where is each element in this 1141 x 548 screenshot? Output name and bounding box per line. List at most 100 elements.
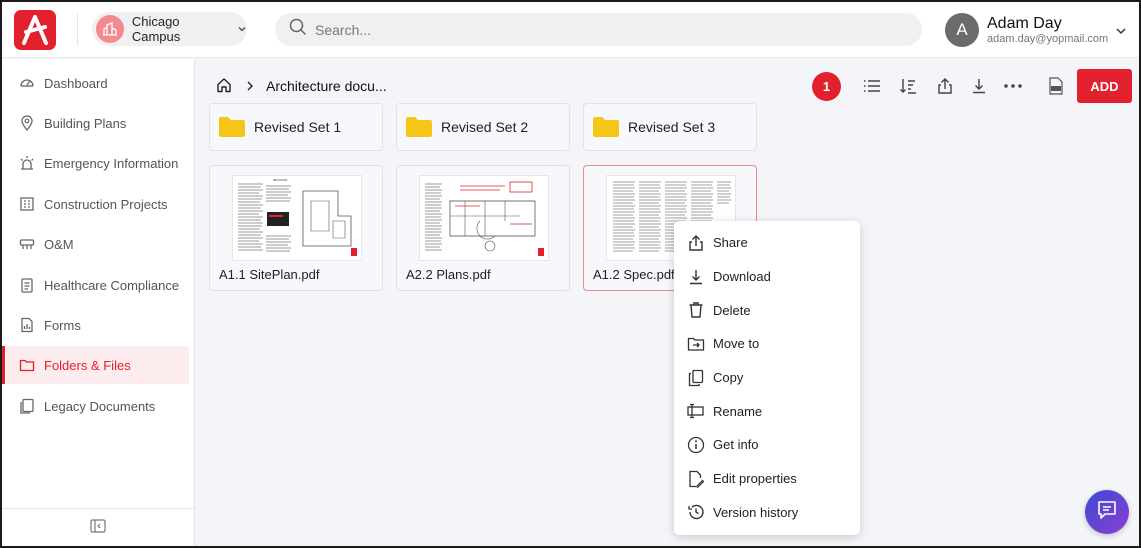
folder-card[interactable]: Revised Set 1 <box>209 103 383 151</box>
copy-icon <box>687 369 705 387</box>
menu-item-copy[interactable]: Copy <box>674 361 860 395</box>
tools-icon <box>18 235 36 253</box>
form-icon <box>18 316 36 334</box>
user-name: Adam Day <box>987 15 1062 32</box>
search-input[interactable] <box>315 21 895 38</box>
sidebar-item-om[interactable]: O&M <box>6 225 189 263</box>
folder-name: Revised Set 2 <box>441 119 529 135</box>
add-button[interactable]: ADD <box>1077 69 1132 103</box>
sidebar-item-label: Construction Projects <box>44 196 168 212</box>
collapse-sidebar-icon[interactable] <box>90 519 106 538</box>
chevron-down-icon <box>1115 24 1127 42</box>
sidebar-item-label: Emergency Information <box>44 155 179 171</box>
menu-item-label: Get info <box>713 437 759 453</box>
search-bar[interactable] <box>275 13 922 46</box>
folder-name: Revised Set 3 <box>628 119 716 135</box>
map-pin-icon <box>18 114 36 132</box>
list-view-icon[interactable] <box>862 76 882 96</box>
menu-item-label: Version history <box>713 504 799 520</box>
breadcrumb-current[interactable]: Architecture docu... <box>266 78 387 94</box>
building-icon <box>18 195 36 213</box>
menu-item-move-to[interactable]: Move to <box>674 327 860 361</box>
sidebar: Dashboard Building Plans Emergency Infor… <box>2 59 195 546</box>
move-to-folder-icon <box>687 335 705 353</box>
sidebar-item-legacy-documents[interactable]: Legacy Documents <box>6 387 189 425</box>
sidebar-item-label: Healthcare Compliance <box>44 277 180 293</box>
sidebar-item-label: Dashboard <box>44 75 108 91</box>
gauge-icon <box>18 74 36 92</box>
menu-item-label: Delete <box>713 302 751 318</box>
file-name: A2.2 Plans.pdf <box>406 267 491 282</box>
top-header: Chicago Campus A Adam Day adam.day@yopma… <box>2 2 1139 58</box>
header-divider <box>77 14 78 46</box>
sidebar-item-healthcare-compliance[interactable]: Healthcare Compliance <box>6 266 189 304</box>
file-card[interactable]: REVISION A1.1 SitePlan.pdf <box>209 165 383 291</box>
menu-item-get-info[interactable]: Get info <box>674 428 860 462</box>
folder-card[interactable]: Revised Set 3 <box>583 103 757 151</box>
download-icon <box>687 268 705 286</box>
download-icon[interactable] <box>969 76 989 96</box>
menu-item-version-history[interactable]: Version history <box>674 496 860 530</box>
chat-support-button[interactable] <box>1085 490 1129 534</box>
menu-item-rename[interactable]: Rename <box>674 394 860 428</box>
folder-name: Revised Set 1 <box>254 119 342 135</box>
folder-icon <box>405 116 433 138</box>
context-menu: Share Download Delete Move to Copy Renam… <box>674 221 860 535</box>
rename-icon <box>687 402 705 420</box>
more-options-icon[interactable] <box>1003 76 1023 96</box>
chevron-down-icon <box>237 24 247 34</box>
menu-item-label: Edit properties <box>713 471 797 487</box>
svg-text:REVISION: REVISION <box>273 178 287 182</box>
menu-item-label: Download <box>713 269 771 285</box>
sidebar-item-building-plans[interactable]: Building Plans <box>6 104 189 142</box>
sidebar-item-emergency-information[interactable]: Emergency Information <box>6 144 189 182</box>
user-menu[interactable]: A Adam Day adam.day@yopmail.com <box>945 10 1135 50</box>
search-icon <box>289 18 307 41</box>
sidebar-item-label: Forms <box>44 317 81 333</box>
sidebar-item-label: Folders & Files <box>44 357 131 373</box>
sidebar-footer <box>2 508 194 546</box>
alarm-icon <box>18 154 36 172</box>
sidebar-item-label: Legacy Documents <box>44 398 156 414</box>
sidebar-item-dashboard[interactable]: Dashboard <box>6 64 189 102</box>
app-logo[interactable] <box>14 10 56 50</box>
menu-item-delete[interactable]: Delete <box>674 293 860 327</box>
campus-icon <box>96 15 124 43</box>
file-card[interactable]: A2.2 Plans.pdf <box>396 165 570 291</box>
sidebar-item-forms[interactable]: Forms <box>6 306 189 344</box>
trash-icon <box>687 301 705 319</box>
history-icon <box>687 503 705 521</box>
file-name: A1.2 Spec.pdf <box>593 267 675 282</box>
sidebar-item-label: O&M <box>44 236 74 252</box>
sort-icon[interactable] <box>898 76 918 96</box>
folder-card[interactable]: Revised Set 2 <box>396 103 570 151</box>
avatar: A <box>945 13 979 47</box>
campus-label: Chicago Campus <box>131 14 181 44</box>
share-icon[interactable] <box>935 76 955 96</box>
documents-icon <box>18 397 36 415</box>
pdf-thumbnail: REVISION <box>232 175 362 261</box>
home-icon[interactable] <box>216 77 232 96</box>
clipboard-icon <box>18 276 36 294</box>
menu-item-edit-properties[interactable]: Edit properties <box>674 462 860 496</box>
menu-item-label: Rename <box>713 403 763 419</box>
menu-item-label: Copy <box>713 370 744 386</box>
menu-item-download[interactable]: Download <box>674 260 860 294</box>
sidebar-item-construction-projects[interactable]: Construction Projects <box>6 185 189 223</box>
info-icon <box>687 436 705 454</box>
sidebar-item-label: Building Plans <box>44 115 127 131</box>
edit-file-icon <box>687 470 705 488</box>
chat-icon <box>1096 499 1118 526</box>
folder-icon <box>218 116 246 138</box>
folder-icon <box>592 116 620 138</box>
menu-item-label: Move to <box>713 336 760 352</box>
export-xls-icon[interactable] <box>1046 76 1066 96</box>
pdf-thumbnail <box>419 175 549 261</box>
selected-count-badge: 1 <box>812 72 841 101</box>
campus-selector[interactable]: Chicago Campus <box>92 12 247 46</box>
file-name: A1.1 SitePlan.pdf <box>219 267 320 282</box>
user-email: adam.day@yopmail.com <box>987 33 1109 45</box>
menu-item-share[interactable]: Share <box>674 226 860 260</box>
share-icon <box>687 234 705 252</box>
sidebar-item-folders-files[interactable]: Folders & Files <box>2 346 189 384</box>
